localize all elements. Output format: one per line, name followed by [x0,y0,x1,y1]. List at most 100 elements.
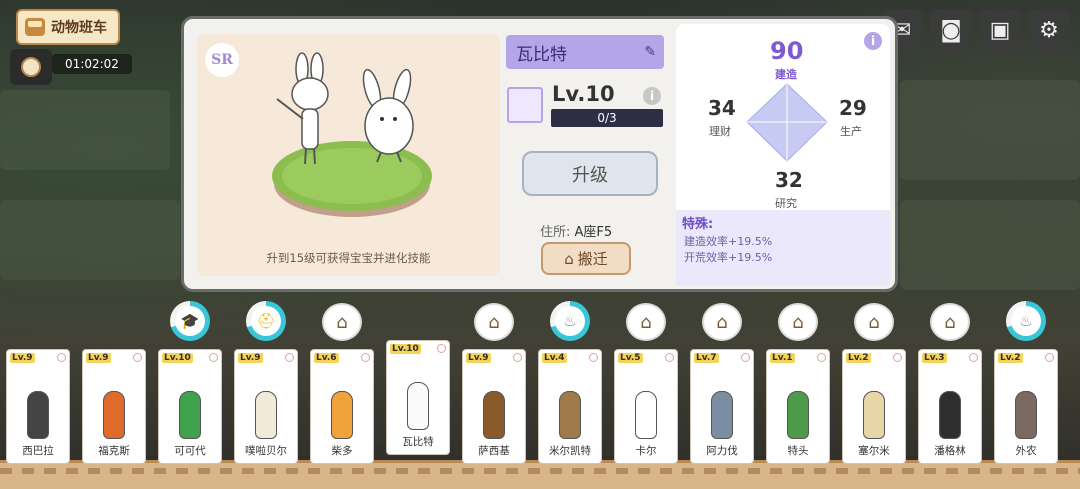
location-pin-icon[interactable] [57,353,66,362]
animal-card-name: 福克斯 [98,445,130,457]
house-icon: ⌂ [716,311,728,333]
location-pin-icon[interactable] [741,353,750,362]
move-button[interactable]: ⌂ 搬迁 [541,242,631,275]
location-pin-icon[interactable] [513,353,522,362]
animal-card-level: Lv.4 [542,353,567,363]
animal-card-level: Lv.2 [998,353,1023,363]
location-pin-icon[interactable] [589,353,598,362]
home-thought-bubble[interactable]: ⌂ [704,305,740,339]
animal-card-10[interactable]: Lv.1 特头 [766,349,830,464]
animal-figure [863,391,885,439]
helmet-icon: ⛑ [251,306,281,336]
animal-card-7[interactable]: Lv.4 米尔凯特 [538,349,602,464]
special-title: 特殊: [682,217,714,232]
animal-card-6[interactable]: Lv.9 萨西基 [462,349,526,464]
location-pin-icon[interactable] [437,344,446,353]
animal-bus-label: 动物班车 [51,20,107,36]
build-label: 建造 [775,68,797,81]
location-pin-icon[interactable] [893,353,902,362]
special-line: 开荒效率+19.5% [684,251,773,264]
residence-info: 住所: A座F5 [540,221,612,240]
animal-card-name: 潘格林 [934,445,966,457]
house-icon: ⌂ [868,311,880,333]
animal-card-5[interactable]: Lv.10 瓦比特 [386,340,450,455]
location-pin-icon[interactable] [133,353,142,362]
animal-card-13[interactable]: Lv.2 外农 [994,349,1058,464]
animal-card-level: Lv.9 [238,353,263,363]
location-pin-icon[interactable] [665,353,674,362]
animal-card-name: 阿力伐 [706,445,738,457]
location-pin-icon[interactable] [361,353,370,362]
animal-level: Lv.10 [552,82,615,106]
chef-icon: ♨ [555,306,585,336]
house-icon: ⌂ [640,311,652,333]
animal-card-4[interactable]: Lv.6 柴多 [310,349,374,464]
animal-figure [939,391,961,439]
animal-figure [179,391,201,439]
stats-info-icon[interactable]: i [864,32,882,50]
house-icon: ⌂ [488,311,500,333]
animal-card-11[interactable]: Lv.2 塞尔米 [842,349,906,464]
animal-figure [27,391,49,439]
move-label: 搬迁 [577,250,608,268]
animal-portrait-illustration [272,52,432,217]
level-info-icon[interactable]: i [643,87,661,105]
home-thought-bubble[interactable]: ⌂ [856,305,892,339]
build-value: 90 [770,37,804,65]
stopwatch-icon[interactable] [10,49,52,85]
bus-icon [25,18,45,36]
animal-card-1[interactable]: Lv.9 福克斯 [82,349,146,464]
animal-card-level: Lv.7 [694,353,719,363]
animal-card-level: Lv.2 [846,353,871,363]
home-thought-bubble[interactable]: ⌂ [324,305,360,339]
animal-card-name: 萨西基 [478,445,510,457]
animal-card-name: 特头 [787,445,809,457]
animal-name-field[interactable]: 瓦比特 ✎ [506,35,664,69]
upgrade-button[interactable]: 升级 [522,151,658,196]
house-icon: ⌂ [792,311,804,333]
animal-card-9[interactable]: Lv.7 阿力伐 [690,349,754,464]
animal-figure [711,391,733,439]
animal-card-12[interactable]: Lv.3 潘格林 [918,349,982,464]
animal-thumbnail [507,87,543,123]
animal-card-name: 西巴拉 [22,445,54,457]
camera-icon[interactable]: ◙ [930,9,972,51]
location-pin-icon[interactable] [285,353,294,362]
animal-card-0[interactable]: Lv.9 西巴拉 [6,349,70,464]
helmet-progress-ring[interactable]: ⛑ [246,301,286,341]
evolution-note: 升到15级可获得宝宝并进化技能 [266,251,431,265]
home-thought-bubble[interactable]: ⌂ [932,305,968,339]
animal-figure [787,391,809,439]
house-icon: ⌂ [944,311,956,333]
animal-card-3[interactable]: Lv.9 噗啦贝尔 [234,349,298,464]
graduate-progress-ring[interactable]: 🎓 [170,301,210,341]
animal-bus-button[interactable]: 动物班车 [16,9,120,45]
animal-card-2[interactable]: Lv.10 可可代 [158,349,222,464]
edit-pencil-icon[interactable]: ✎ [644,44,656,60]
animal-card-level: Lv.9 [86,353,111,363]
animal-figure [331,391,353,439]
home-thought-bubble[interactable]: ⌂ [628,305,664,339]
save-icon[interactable]: ▣ [979,9,1021,51]
shelf-decoration [0,468,1080,474]
animal-card-level: Lv.10 [162,353,193,363]
animal-card-level: Lv.9 [466,353,491,363]
animal-card-8[interactable]: Lv.5 卡尔 [614,349,678,464]
gear-icon[interactable]: ⚙ [1028,9,1070,51]
location-pin-icon[interactable] [1045,353,1054,362]
home-thought-bubble[interactable]: ⌂ [780,305,816,339]
house-icon: ⌂ [336,311,348,333]
location-pin-icon[interactable] [969,353,978,362]
chef-icon: ♨ [1011,306,1041,336]
home-thought-bubble[interactable]: ⌂ [476,305,512,339]
location-pin-icon[interactable] [209,353,218,362]
chef-progress-ring[interactable]: ♨ [550,301,590,341]
animal-card-level: Lv.6 [314,353,339,363]
production-label: 生产 [840,125,862,138]
location-pin-icon[interactable] [817,353,826,362]
house-icon: ⌂ [564,249,574,268]
animal-card-name: 柴多 [331,445,353,457]
animal-figure [483,391,505,439]
finance-value: 34 [708,96,736,120]
chef-progress-ring[interactable]: ♨ [1006,301,1046,341]
